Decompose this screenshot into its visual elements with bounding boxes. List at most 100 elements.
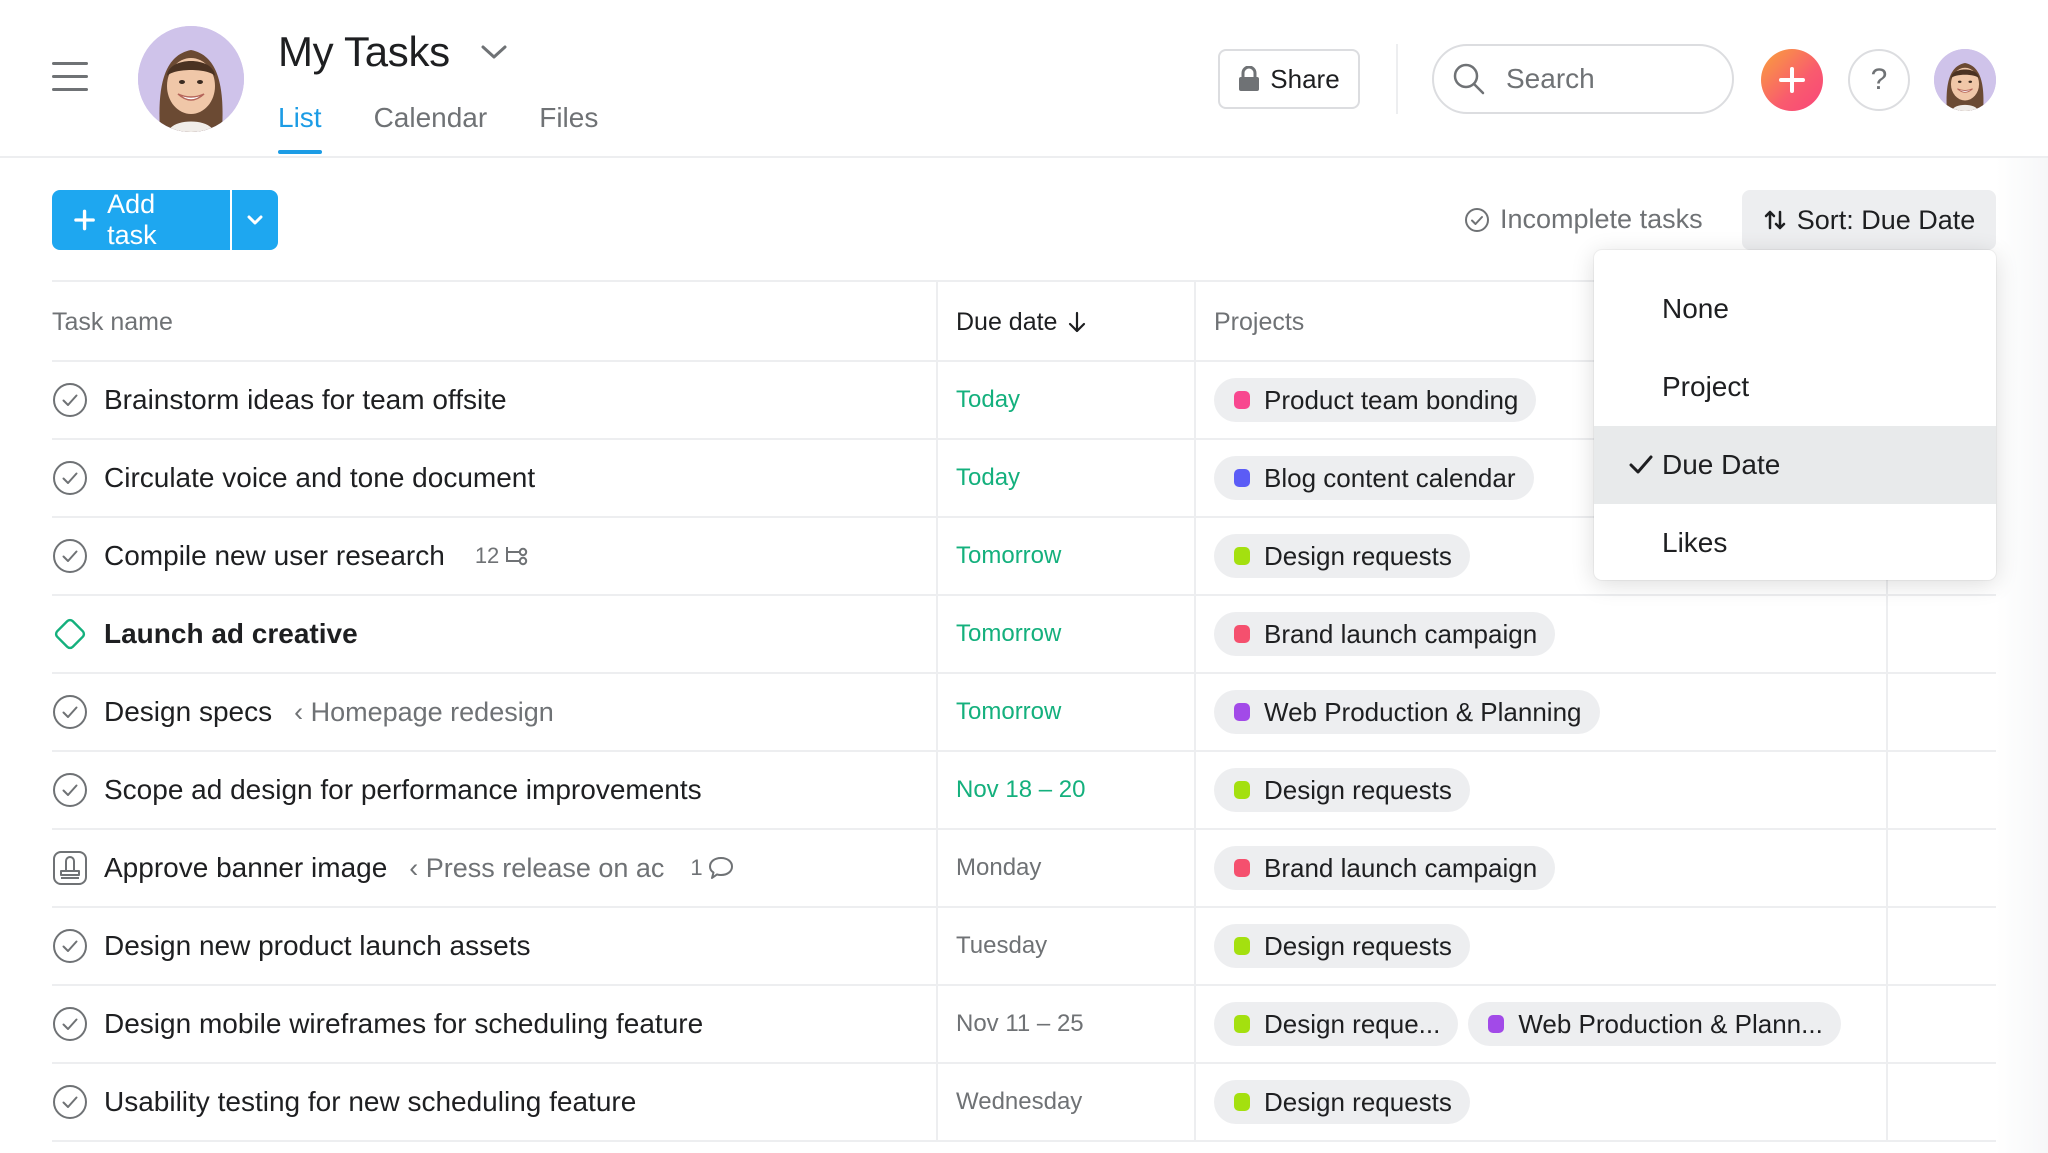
table-row[interactable]: Approve banner image ‹ Press release on a… xyxy=(52,830,1996,908)
tab-list[interactable]: List xyxy=(278,102,322,154)
projects-cell: Brand launch campaign xyxy=(1194,596,1886,672)
help-button[interactable]: ? xyxy=(1848,49,1910,111)
check-circle-icon[interactable] xyxy=(52,460,88,496)
table-row[interactable]: Scope ad design for performance improvem… xyxy=(52,752,1996,830)
sort-option-due-date[interactable]: Due Date xyxy=(1594,426,1996,504)
hamburger-menu-icon[interactable] xyxy=(52,60,88,92)
share-button[interactable]: Share xyxy=(1218,49,1360,109)
extra-cell xyxy=(1886,1064,1996,1140)
project-pill[interactable]: Product team bonding xyxy=(1214,378,1537,422)
check-circle-icon[interactable] xyxy=(52,694,88,730)
milestone-icon[interactable] xyxy=(52,616,88,652)
quick-add-button[interactable] xyxy=(1761,49,1823,111)
due-date-cell[interactable]: Monday xyxy=(936,830,1194,906)
project-pill[interactable]: Design requests xyxy=(1214,768,1470,812)
search-input[interactable] xyxy=(1506,63,1706,95)
due-date-cell[interactable]: Nov 11 – 25 xyxy=(936,986,1194,1062)
extra-cell xyxy=(1886,986,1996,1062)
task-name[interactable]: Approve banner image xyxy=(104,852,387,884)
column-header-task-name[interactable]: Task name xyxy=(52,282,173,362)
due-date-cell[interactable]: Tomorrow xyxy=(936,674,1194,750)
check-circle-icon[interactable] xyxy=(52,538,88,574)
check-circle-icon[interactable] xyxy=(52,1006,88,1042)
task-name[interactable]: Circulate voice and tone document xyxy=(104,462,535,494)
add-task-label: Add task xyxy=(107,190,157,250)
projects-cell: Design reque... Web Production & Plann... xyxy=(1194,986,1886,1062)
sort-option-likes[interactable]: Likes xyxy=(1594,504,1996,582)
sort-option-label: None xyxy=(1662,293,1729,324)
search-box[interactable] xyxy=(1432,44,1734,114)
task-name[interactable]: Scope ad design for performance improvem… xyxy=(104,774,702,806)
top-bar: My Tasks List Calendar Files Share ? xyxy=(0,0,2048,158)
tab-calendar[interactable]: Calendar xyxy=(374,102,488,154)
task-name[interactable]: Design specs xyxy=(104,696,272,728)
sort-option-none[interactable]: None xyxy=(1594,270,1996,348)
subtask-count[interactable]: 12 xyxy=(475,543,531,569)
due-date-cell[interactable]: Today xyxy=(936,362,1194,438)
incomplete-tasks-filter[interactable]: Incomplete tasks xyxy=(1464,204,1703,235)
task-name[interactable]: Launch ad creative xyxy=(104,618,358,650)
due-date-cell[interactable]: Tuesday xyxy=(936,908,1194,984)
project-pill[interactable]: Brand launch campaign xyxy=(1214,612,1556,656)
chevron-down-icon[interactable] xyxy=(478,40,510,64)
due-date-cell[interactable]: Wednesday xyxy=(936,1064,1194,1140)
project-color-dot xyxy=(1234,1015,1250,1033)
column-header-due-date[interactable]: Due date xyxy=(936,282,1194,362)
project-pill[interactable]: Brand launch campaign xyxy=(1214,846,1556,890)
due-date-cell[interactable]: Today xyxy=(936,440,1194,516)
task-name[interactable]: Brainstorm ideas for team offsite xyxy=(104,384,507,416)
project-label: Blog content calendar xyxy=(1264,462,1516,493)
check-circle-icon[interactable] xyxy=(52,1084,88,1120)
check-circle-icon[interactable] xyxy=(52,928,88,964)
comment-count-value: 1 xyxy=(690,855,703,880)
sort-label: Sort: Due Date xyxy=(1796,204,1976,235)
view-tabs: List Calendar Files xyxy=(278,102,598,154)
tab-files[interactable]: Files xyxy=(539,102,598,154)
user-avatar-small[interactable] xyxy=(1934,49,1996,111)
table-row[interactable]: Design specs ‹ Homepage redesign Tomorrow… xyxy=(52,674,1996,752)
project-pill[interactable]: Web Production & Planning xyxy=(1214,690,1600,734)
project-pill[interactable]: Design requests xyxy=(1214,534,1470,578)
parent-task-link[interactable]: ‹ Press release on ac xyxy=(409,853,664,884)
sort-button[interactable]: Sort: Due Date xyxy=(1742,190,1996,250)
project-label: Product team bonding xyxy=(1264,384,1519,415)
table-row[interactable]: Launch ad creative Tomorrow Brand launch… xyxy=(52,596,1996,674)
task-name[interactable]: Compile new user research xyxy=(104,540,445,572)
project-pill[interactable]: Design requests xyxy=(1214,924,1470,968)
due-date-cell[interactable]: Tomorrow xyxy=(936,518,1194,594)
project-color-dot xyxy=(1234,859,1250,877)
extra-cell xyxy=(1886,752,1996,828)
table-row[interactable]: Design mobile wireframes for scheduling … xyxy=(52,986,1996,1064)
approval-icon[interactable] xyxy=(52,850,88,886)
extra-cell xyxy=(1886,596,1996,672)
table-row[interactable]: Design new product launch assets Tuesday… xyxy=(52,908,1996,986)
subtask-count-value: 12 xyxy=(474,543,500,568)
add-task-split-button: Add task xyxy=(52,190,278,250)
comment-icon xyxy=(708,857,733,879)
subtasks-icon xyxy=(506,547,528,566)
task-name[interactable]: Design mobile wireframes for scheduling … xyxy=(104,1008,703,1040)
project-pill[interactable]: Web Production & Plann... xyxy=(1468,1002,1841,1046)
parent-task-link[interactable]: ‹ Homepage redesign xyxy=(294,697,554,728)
project-pill[interactable]: Design requests xyxy=(1214,1080,1470,1124)
task-name[interactable]: Design new product launch assets xyxy=(104,930,530,962)
add-task-dropdown-button[interactable] xyxy=(232,190,278,250)
task-name-cell: Brainstorm ideas for team offsite xyxy=(52,362,936,438)
task-name-cell: Approve banner image ‹ Press release on a… xyxy=(52,830,936,906)
project-pill[interactable]: Design reque... xyxy=(1214,1002,1459,1046)
sort-option-project[interactable]: Project xyxy=(1594,348,1996,426)
project-pill[interactable]: Blog content calendar xyxy=(1214,456,1534,500)
project-color-dot xyxy=(1234,625,1250,643)
add-task-button[interactable]: Add task xyxy=(52,190,230,250)
projects-cell: Web Production & Planning xyxy=(1194,674,1886,750)
due-date-cell[interactable]: Tomorrow xyxy=(936,596,1194,672)
task-name-cell: Design new product launch assets xyxy=(52,908,936,984)
table-row[interactable]: Usability testing for new scheduling fea… xyxy=(52,1064,1996,1142)
check-circle-icon[interactable] xyxy=(52,382,88,418)
task-name-cell: Compile new user research 12 xyxy=(52,518,936,594)
project-label: Design reque... xyxy=(1264,1008,1441,1039)
due-date-cell[interactable]: Nov 18 – 20 xyxy=(936,752,1194,828)
comment-count[interactable]: 1 xyxy=(690,855,734,881)
task-name[interactable]: Usability testing for new scheduling fea… xyxy=(104,1086,636,1118)
check-circle-icon[interactable] xyxy=(52,772,88,808)
